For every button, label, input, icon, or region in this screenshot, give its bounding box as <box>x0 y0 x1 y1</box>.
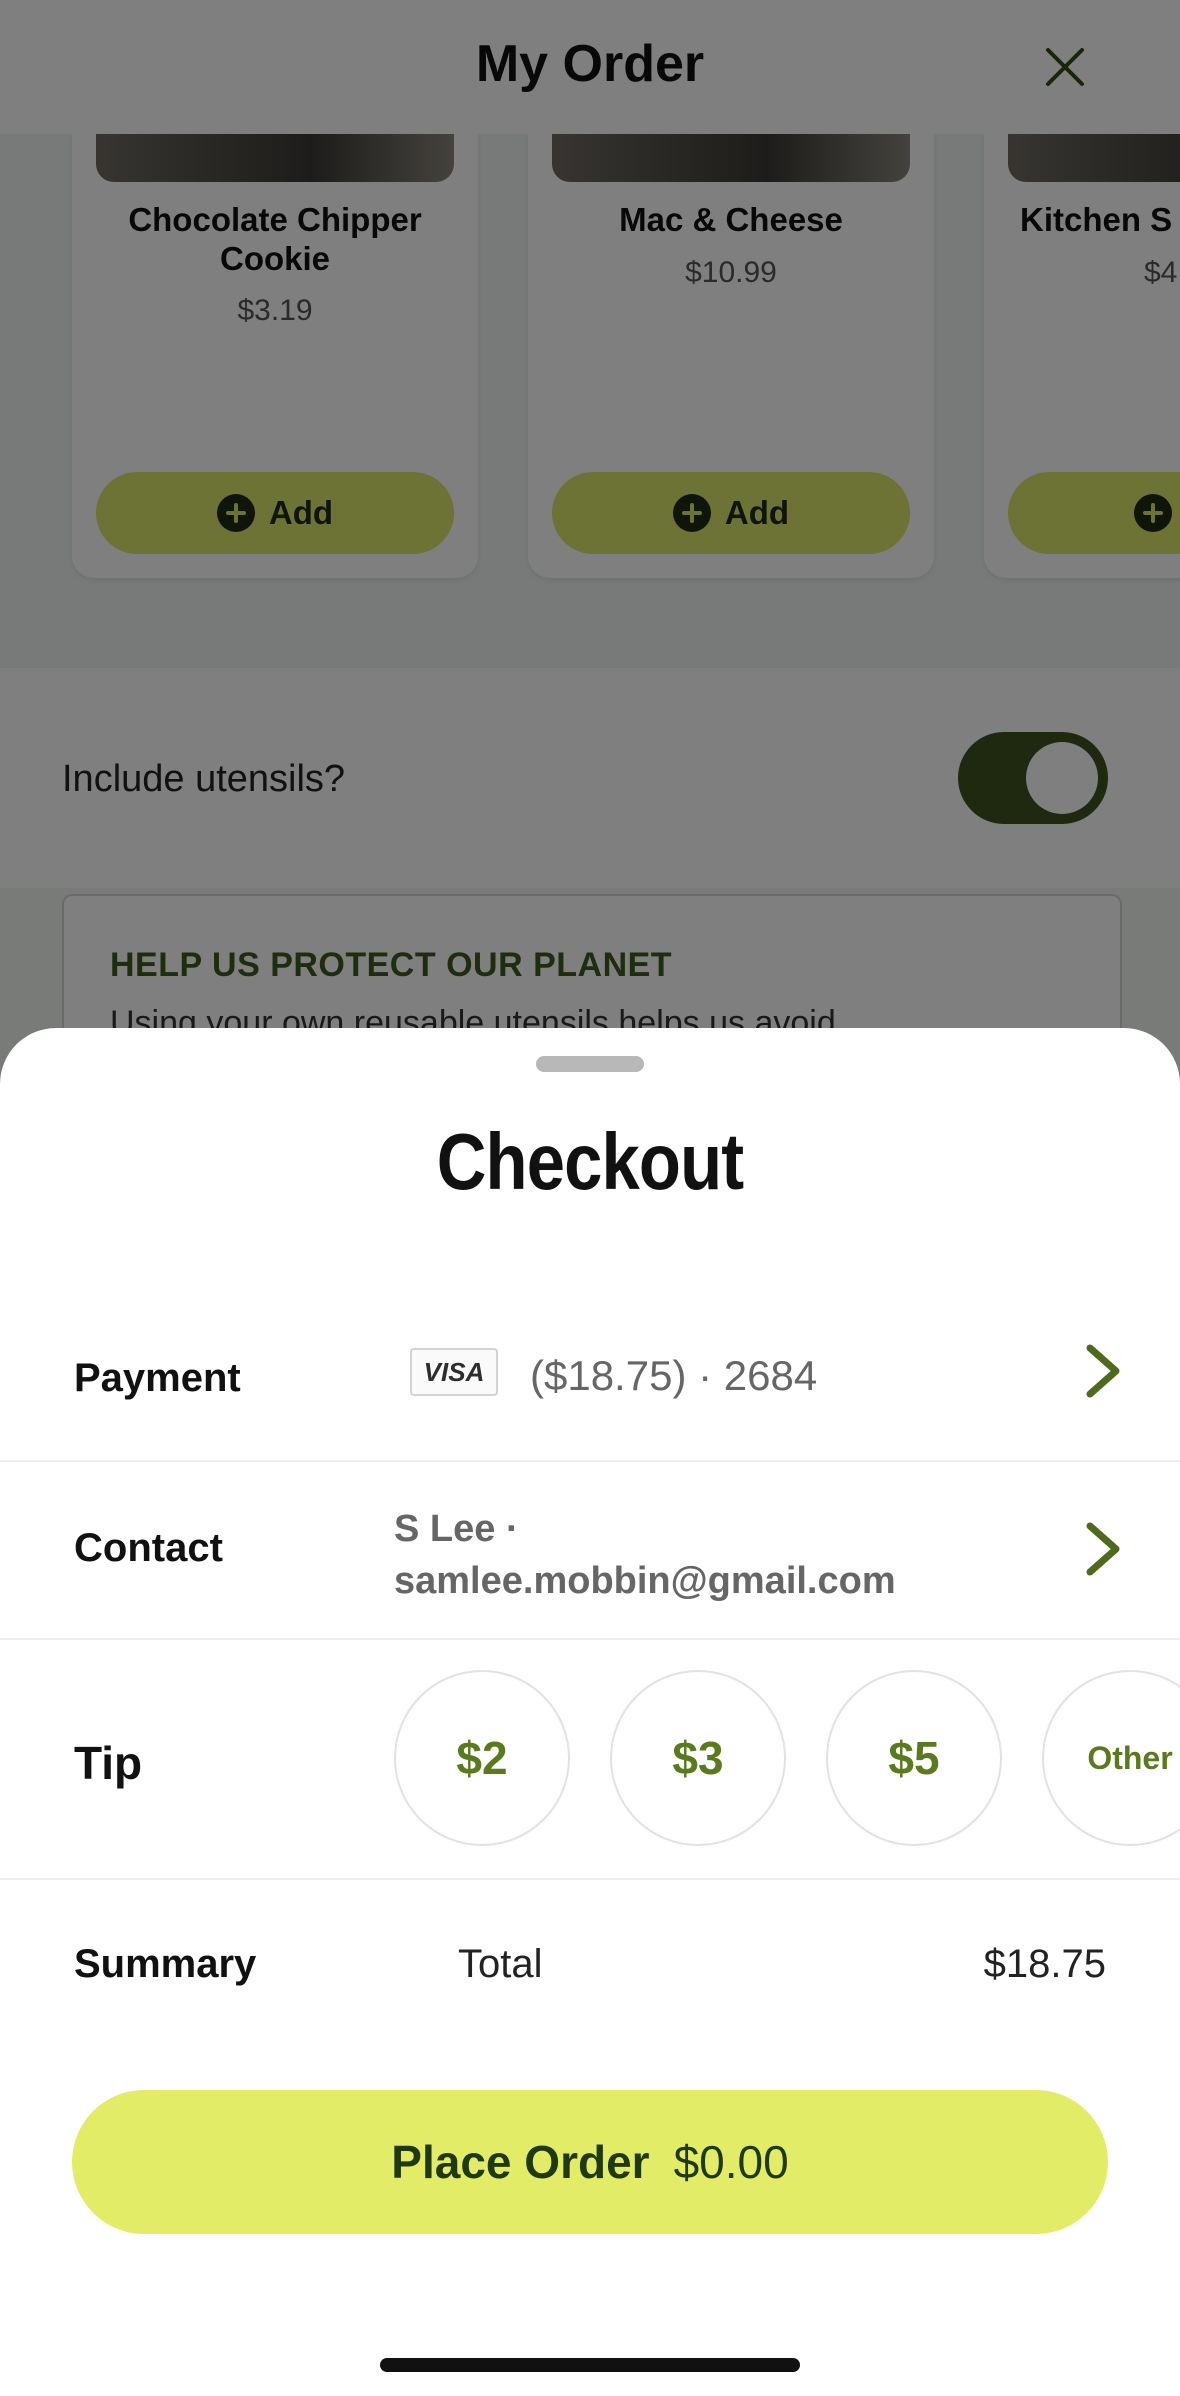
checkout-sheet: Checkout Payment VISA ($18.75) · 2684 Co… <box>0 1028 1180 2396</box>
contact-row[interactable]: Contact S Lee · samlee.mobbin@gmail.com <box>0 1460 1180 1640</box>
summary-label: Summary <box>74 1942 257 1986</box>
place-order-button[interactable]: Place Order $0.00 <box>72 2090 1108 2234</box>
chevron-right-icon <box>1086 1344 1120 1398</box>
payment-label: Payment <box>74 1356 241 1400</box>
tip-option-5[interactable]: $5 <box>826 1670 1002 1846</box>
checkout-title: Checkout <box>436 1117 744 1206</box>
place-order-label: Place Order <box>391 2136 650 2188</box>
summary-row: Summary Total $18.75 <box>0 1878 1180 2058</box>
place-order-amount: $0.00 <box>673 2136 789 2188</box>
payment-value: ($18.75) · 2684 <box>530 1352 818 1399</box>
visa-card-icon: VISA <box>410 1348 498 1396</box>
total-value: $18.75 <box>983 1942 1106 1986</box>
sheet-grabber[interactable] <box>536 1056 644 1072</box>
payment-row[interactable]: Payment VISA ($18.75) · 2684 <box>0 1298 1180 1462</box>
screen: My Order Chocolate Chipper Cookie $3.19 … <box>0 0 1180 2396</box>
home-indicator[interactable] <box>380 2358 800 2372</box>
tip-option-other[interactable]: Other <box>1042 1670 1180 1846</box>
contact-label: Contact <box>74 1526 223 1570</box>
tip-label: Tip <box>74 1737 143 1789</box>
total-label: Total <box>458 1942 543 1986</box>
tip-option-2[interactable]: $2 <box>394 1670 570 1846</box>
contact-email: samlee.mobbin@gmail.com <box>394 1560 896 1602</box>
contact-name: S Lee · <box>394 1508 519 1550</box>
tip-option-3[interactable]: $3 <box>610 1670 786 1846</box>
chevron-right-icon <box>1086 1522 1120 1576</box>
tip-row: Tip $2 $3 $5 Other <box>0 1638 1180 1880</box>
